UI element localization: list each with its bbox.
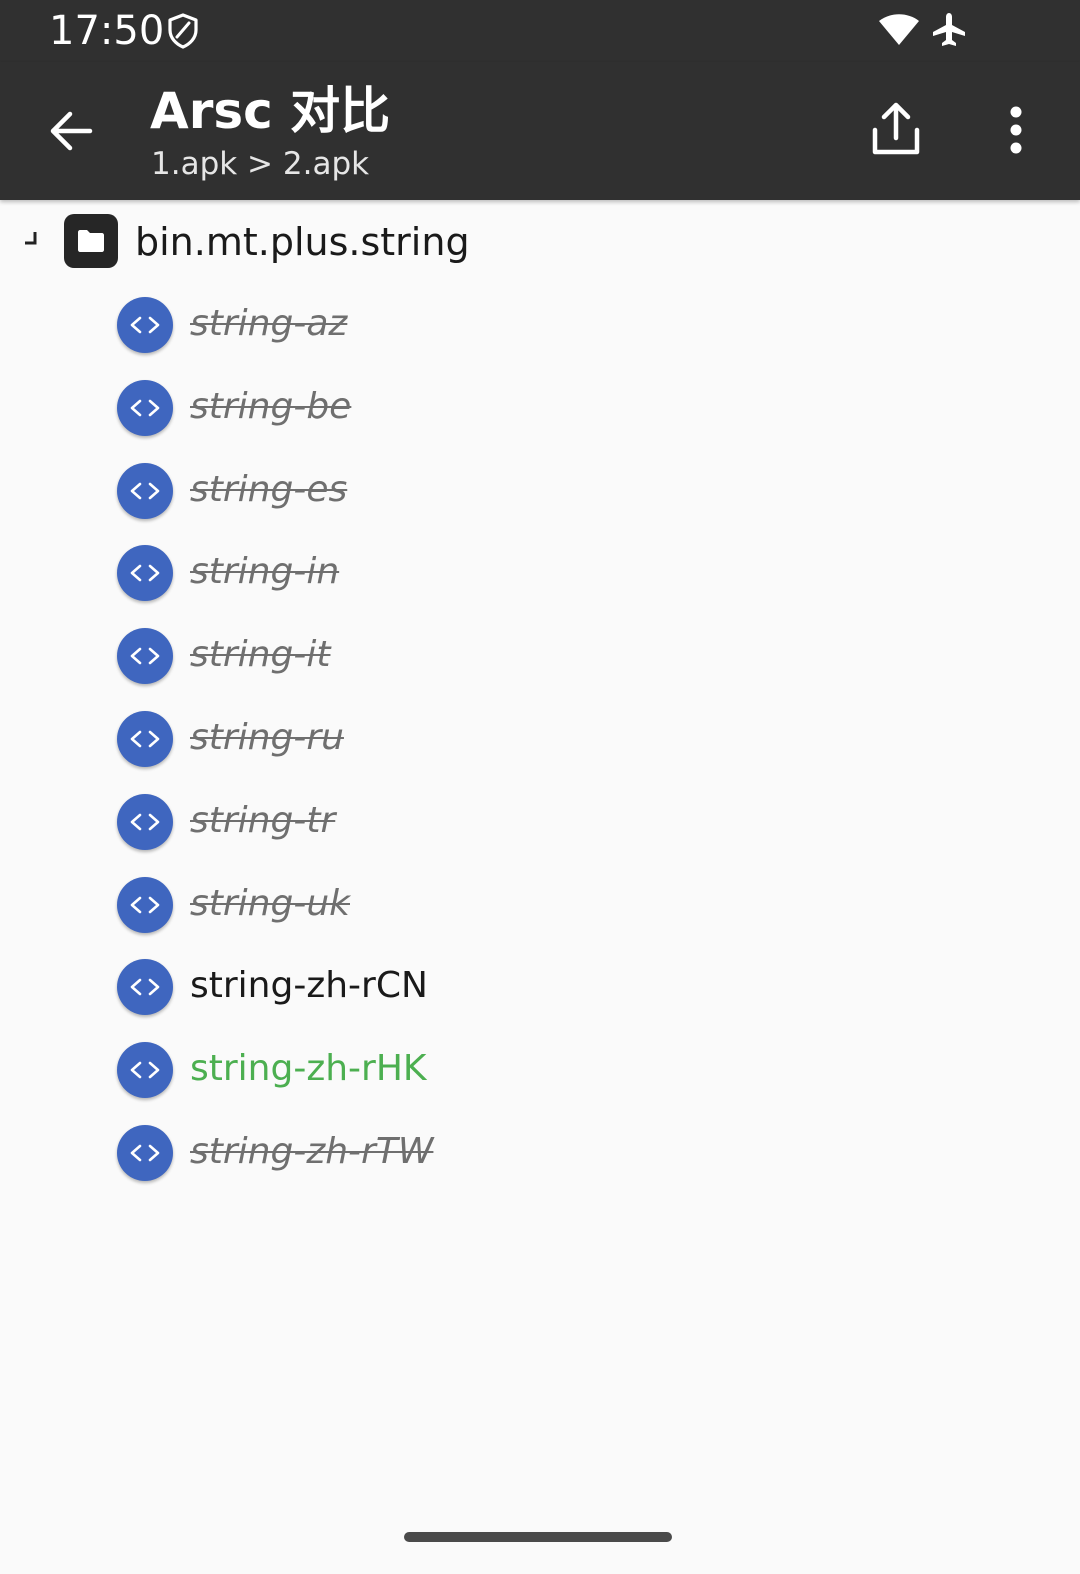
- tree-item[interactable]: string-zh-rTW: [0, 1112, 1080, 1195]
- xml-icon: [117, 793, 173, 850]
- xml-icon: [117, 379, 173, 436]
- tree-item[interactable]: string-zh-rCN: [0, 946, 1080, 1029]
- xml-icon: [117, 711, 173, 767]
- airplane-icon: [932, 12, 966, 48]
- tree-item[interactable]: string-uk: [0, 864, 1080, 947]
- tree-item-label: string-in: [190, 551, 340, 593]
- shield-icon: [167, 13, 199, 49]
- status-bar: 17:50: [0, 0, 1080, 62]
- tree-root-row[interactable]: bin.mt.plus.string: [0, 200, 1080, 284]
- tree-item[interactable]: string-es: [0, 450, 1080, 533]
- tree-item-label: string-zh-rTW: [190, 1131, 434, 1172]
- tree-item[interactable]: string-it: [0, 615, 1080, 698]
- tree-item-label: string-be: [190, 385, 352, 427]
- wifi-icon: [878, 14, 920, 46]
- tree-item-label: string-zh-rHK: [190, 1048, 427, 1090]
- tree-item-label: string-es: [190, 468, 348, 510]
- xml-icon: [117, 545, 173, 602]
- xml-icon: [117, 297, 173, 353]
- tree-item[interactable]: string-be: [0, 367, 1080, 450]
- more-options-icon[interactable]: [990, 102, 1042, 158]
- tree-item-label: string-it: [190, 634, 331, 676]
- tree-item[interactable]: string-tr: [0, 781, 1080, 864]
- expand-corner-icon[interactable]: [22, 230, 38, 246]
- page-title: Arsc 对比: [150, 82, 391, 140]
- tree-item[interactable]: string-zh-rHK: [0, 1029, 1080, 1112]
- folder-icon: [64, 214, 118, 268]
- gesture-nav-bar[interactable]: [404, 1532, 672, 1542]
- tree-item-label: string-uk: [190, 882, 350, 924]
- tree-item[interactable]: string-az: [0, 284, 1080, 367]
- xml-icon: [117, 462, 173, 519]
- app-toolbar: Arsc 对比 1.apk > 2.apk: [0, 62, 1080, 200]
- share-icon[interactable]: [866, 100, 926, 160]
- tree-root-label: bin.mt.plus.string: [135, 220, 470, 264]
- tree-item-label: string-az: [190, 303, 348, 344]
- xml-icon: [117, 1042, 173, 1099]
- tree-item[interactable]: string-in: [0, 532, 1080, 615]
- xml-icon: [117, 628, 173, 685]
- xml-icon: [117, 959, 173, 1016]
- status-time: 17:50: [49, 8, 165, 54]
- xml-icon: [117, 1125, 173, 1181]
- tree-item[interactable]: string-ru: [0, 698, 1080, 781]
- back-arrow-icon[interactable]: [46, 106, 96, 156]
- tree-item-label: string-ru: [190, 717, 344, 758]
- tree-item-label: string-zh-rCN: [190, 965, 428, 1007]
- page-subtitle: 1.apk > 2.apk: [151, 146, 370, 182]
- xml-icon: [117, 876, 173, 933]
- tree-item-label: string-tr: [190, 799, 336, 841]
